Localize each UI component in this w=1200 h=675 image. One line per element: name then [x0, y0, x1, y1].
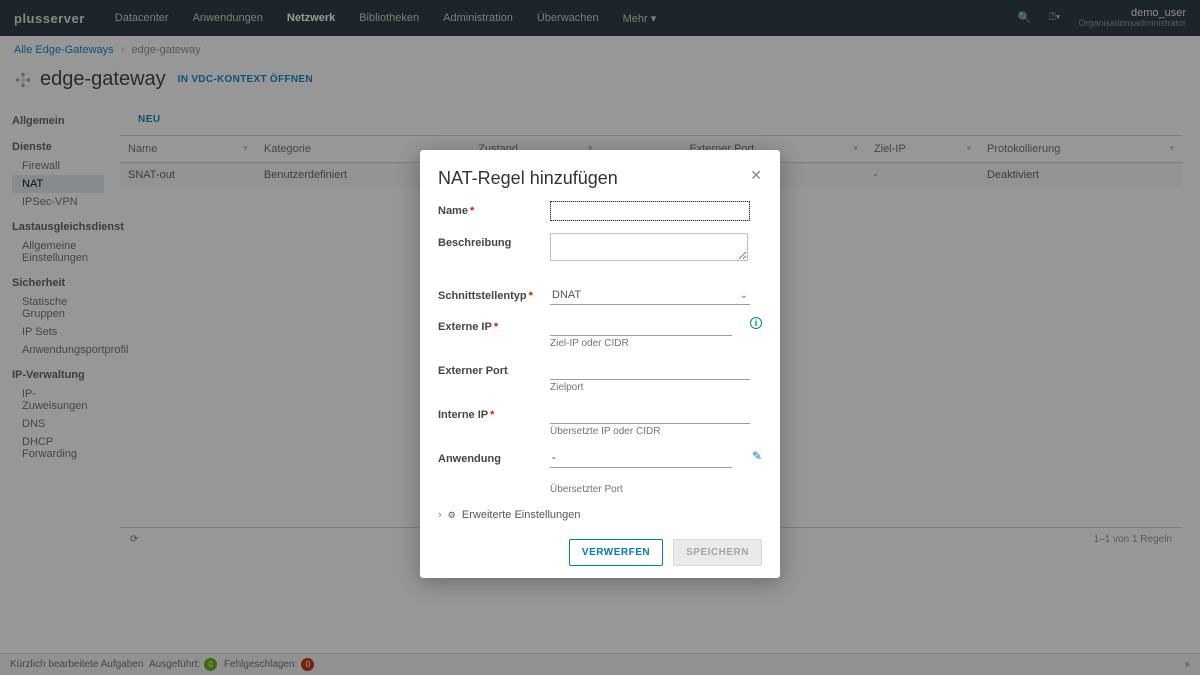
- application-value[interactable]: -: [550, 449, 732, 468]
- hint-ext-ip: Ziel-IP oder CIDR: [550, 338, 762, 349]
- chevron-right-icon: ›: [438, 509, 442, 521]
- modal-backdrop[interactable]: ✕ NAT-Regel hinzufügen Name* Beschreibun…: [0, 0, 1200, 675]
- lbl-ext-ip: Externe IP*: [438, 317, 550, 333]
- lbl-int-ip: Interne IP*: [438, 405, 550, 421]
- edit-icon[interactable]: ✎: [752, 449, 762, 463]
- info-icon[interactable]: i: [750, 317, 762, 329]
- lbl-desc: Beschreibung: [438, 233, 550, 249]
- lbl-name: Name*: [438, 201, 550, 217]
- hint-ext-port: Zielport: [550, 382, 762, 393]
- input-external-port[interactable]: [550, 361, 750, 380]
- lbl-app: Anwendung: [438, 449, 550, 465]
- gear-icon: [448, 510, 456, 521]
- hint-int-ip: Übersetzte IP oder CIDR: [550, 426, 762, 437]
- advanced-settings-toggle[interactable]: › Erweiterte Einstellungen: [438, 509, 762, 521]
- input-external-ip[interactable]: [550, 317, 732, 336]
- lbl-iface: Schnittstellentyp*: [438, 286, 550, 302]
- close-icon[interactable]: ✕: [750, 168, 762, 182]
- input-name[interactable]: [550, 201, 750, 221]
- select-value: DNAT: [552, 289, 581, 301]
- dialog-title: NAT-Regel hinzufügen: [438, 168, 762, 189]
- select-interface-type[interactable]: DNAT ⌄: [550, 286, 750, 305]
- input-description[interactable]: [550, 233, 748, 261]
- advanced-label: Erweiterte Einstellungen: [462, 509, 581, 521]
- discard-button[interactable]: VERWERFEN: [569, 539, 663, 566]
- input-internal-ip[interactable]: [550, 405, 750, 424]
- lbl-ext-port: Externer Port: [438, 361, 550, 377]
- save-button: SPEICHERN: [673, 539, 762, 566]
- hint-app: Übersetzter Port: [550, 484, 762, 495]
- add-nat-rule-dialog: ✕ NAT-Regel hinzufügen Name* Beschreibun…: [420, 150, 780, 578]
- chevron-down-icon: ⌄: [740, 290, 748, 301]
